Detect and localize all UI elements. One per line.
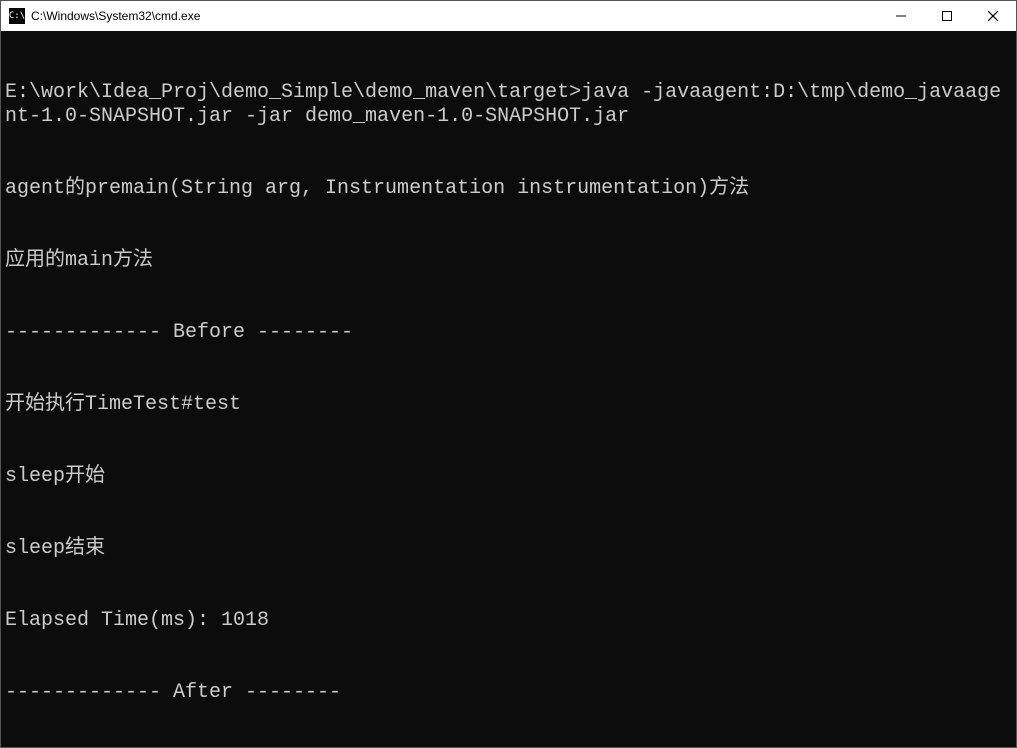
minimize-icon bbox=[896, 11, 906, 21]
prompt-line-1: E:\work\Idea_Proj\demo_Simple\demo_maven… bbox=[5, 81, 1012, 129]
output-line: ------------- Before -------- bbox=[5, 321, 1012, 345]
close-icon bbox=[988, 11, 998, 21]
cmd-icon: C:\ bbox=[9, 8, 25, 24]
cmd-window: C:\ C:\Windows\System32\cmd.exe E:\work\… bbox=[0, 0, 1017, 748]
maximize-button[interactable] bbox=[924, 1, 970, 31]
output-line: Elapsed Time(ms): 1018 bbox=[5, 609, 1012, 633]
output-line: 开始执行TimeTest#test bbox=[5, 393, 1012, 417]
minimize-button[interactable] bbox=[878, 1, 924, 31]
maximize-icon bbox=[942, 11, 952, 21]
output-line: ------------- After -------- bbox=[5, 681, 1012, 705]
output-line: 应用的main方法 bbox=[5, 249, 1012, 273]
output-line: sleep开始 bbox=[5, 465, 1012, 489]
window-title: C:\Windows\System32\cmd.exe bbox=[31, 9, 200, 23]
prompt-path: E:\work\Idea_Proj\demo_Simple\demo_maven… bbox=[5, 81, 581, 104]
terminal-area[interactable]: E:\work\Idea_Proj\demo_Simple\demo_maven… bbox=[1, 31, 1016, 747]
close-button[interactable] bbox=[970, 1, 1016, 31]
titlebar[interactable]: C:\ C:\Windows\System32\cmd.exe bbox=[1, 1, 1016, 31]
output-line: sleep结束 bbox=[5, 537, 1012, 561]
output-line: agent的premain(String arg, Instrumentatio… bbox=[5, 177, 1012, 201]
